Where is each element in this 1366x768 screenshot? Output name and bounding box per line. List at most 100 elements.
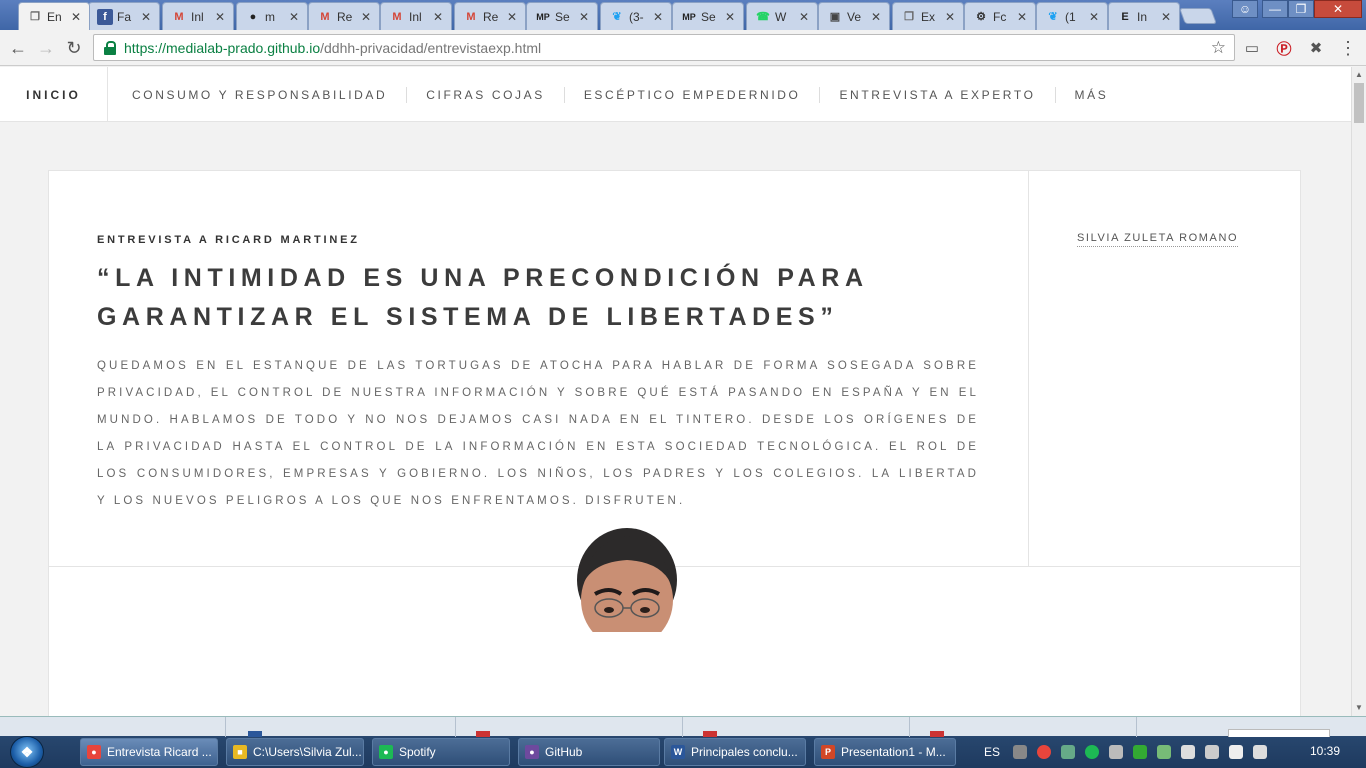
nav-link[interactable]: CONSUMO Y RESPONSABILIDAD <box>108 86 408 103</box>
taskbar-button[interactable]: P Presentation1 - M... <box>814 738 956 766</box>
maximize-button[interactable]: ❐ <box>1288 0 1314 18</box>
taskbar-button[interactable]: ● GitHub <box>518 738 660 766</box>
close-tab-icon[interactable]: ✕ <box>505 10 519 24</box>
bookmark-star-icon[interactable]: ☆ <box>1211 38 1226 58</box>
taskbar-button[interactable]: ■ C:\Users\Silvia Zul... <box>226 738 364 766</box>
pinterest-icon[interactable]: Ⓟ <box>1274 38 1294 58</box>
back-arrow-icon[interactable]: ← <box>7 37 29 59</box>
browser-tab[interactable]: M Inl ✕ <box>162 2 234 30</box>
keyboard-icon[interactable] <box>1013 745 1028 759</box>
nav-link[interactable]: MÁS <box>1056 87 1128 103</box>
devices-icon[interactable] <box>1205 745 1220 759</box>
user-profile-icon[interactable]: ☺ <box>1232 0 1258 18</box>
tab-title: Re <box>483 9 499 24</box>
close-tab-icon[interactable]: ✕ <box>723 10 737 24</box>
menu-dots-icon[interactable]: ⋮ <box>1338 38 1358 58</box>
thumbnail-preview[interactable] <box>457 717 717 737</box>
browser-tab[interactable]: E In ✕ <box>1108 2 1180 30</box>
taskbar-button[interactable]: ● Entrevista Ricard ... <box>80 738 218 766</box>
close-tab-icon[interactable]: ✕ <box>1159 10 1173 24</box>
speaker-icon[interactable] <box>1253 745 1268 759</box>
taskbar-button-label: Principales conclu... <box>691 745 798 759</box>
scroll-down-icon[interactable]: ▼ <box>1355 703 1363 712</box>
close-tab-icon[interactable]: ✕ <box>287 10 301 24</box>
browser-tab[interactable]: MP Se ✕ <box>526 2 598 30</box>
close-tab-icon[interactable]: ✕ <box>943 10 957 24</box>
browser-tab[interactable]: M Re ✕ <box>308 2 380 30</box>
spotify-tray-icon[interactable] <box>1085 745 1100 759</box>
close-tab-icon[interactable]: ✕ <box>431 10 445 24</box>
volume-icon[interactable] <box>1109 745 1124 759</box>
address-bar[interactable]: https://medialab-prado.github.io/ddhh-pr… <box>93 34 1235 61</box>
close-tab-icon[interactable]: ✕ <box>359 10 373 24</box>
thumbnail-preview[interactable] <box>0 717 262 737</box>
chrome-tray-icon[interactable] <box>1037 745 1052 759</box>
close-tab-icon[interactable]: ✕ <box>651 10 665 24</box>
thumbnail-preview[interactable] <box>684 717 944 737</box>
close-window-button[interactable]: ✕ <box>1314 0 1362 18</box>
browser-tab[interactable]: ⚙ Fc ✕ <box>964 2 1036 30</box>
minimize-button[interactable]: — <box>1262 0 1288 18</box>
browser-tab[interactable]: ❦ (1 ✕ <box>1036 2 1108 30</box>
close-tab-icon[interactable]: ✕ <box>139 10 153 24</box>
browser-tab[interactable]: ❐ En ✕ <box>18 2 90 30</box>
browser-tab[interactable]: ☎ W ✕ <box>746 2 818 30</box>
start-button[interactable]: ❖ <box>10 736 44 768</box>
sync-tray-icon[interactable] <box>1133 745 1148 759</box>
browser-tab[interactable]: f Fa ✕ <box>88 2 160 30</box>
cast-icon[interactable]: ▭ <box>1242 38 1262 58</box>
gh-icon: ● <box>249 10 257 23</box>
author-link[interactable]: SILVIA ZULETA ROMANO <box>1077 232 1239 247</box>
tab-title: Se <box>555 9 570 24</box>
scroll-up-icon[interactable]: ▲ <box>1355 70 1363 79</box>
browser-tab[interactable]: ▣ Ve ✕ <box>818 2 890 30</box>
close-tab-icon[interactable]: ✕ <box>213 10 227 24</box>
nav-link[interactable]: ESCÉPTICO EMPEDERNIDO <box>565 86 821 103</box>
taskbar-thumbnails <box>0 716 1366 737</box>
tab-title: Ex <box>921 9 936 24</box>
thumbnail-preview[interactable] <box>911 717 1137 737</box>
tw-icon: ❦ <box>612 11 622 23</box>
page-scrollbar[interactable]: ▲ ▼ <box>1351 67 1366 716</box>
close-tab-icon[interactable]: ✕ <box>577 10 591 24</box>
reload-icon[interactable]: ↻ <box>63 37 85 59</box>
close-tab-icon[interactable]: ✕ <box>1015 10 1029 24</box>
new-tab-button[interactable] <box>1179 8 1217 24</box>
powerpoint-icon: P <box>821 745 835 759</box>
close-tab-icon[interactable]: ✕ <box>797 10 811 24</box>
extension-icon[interactable]: ✖ <box>1306 38 1326 58</box>
language-indicator[interactable]: ES <box>984 745 1000 759</box>
browser-tab[interactable]: MP Se ✕ <box>672 2 744 30</box>
thumbnail-preview[interactable] <box>230 717 490 737</box>
taskbar-button[interactable]: W Principales conclu... <box>664 738 806 766</box>
browser-tab[interactable]: M Inl ✕ <box>380 2 452 30</box>
close-tab-icon[interactable]: ✕ <box>69 10 83 24</box>
flag-icon[interactable] <box>1181 745 1196 759</box>
site-nav-links: CONSUMO Y RESPONSABILIDAD CIFRAS COJAS ESC… <box>108 67 1127 122</box>
tab-title: (1 <box>1065 9 1076 24</box>
browser-tab[interactable]: ● m ✕ <box>236 2 308 30</box>
nav-link[interactable]: ENTREVISTA A EXPERTO <box>820 86 1056 103</box>
site-home-link[interactable]: INICIO <box>0 67 108 122</box>
taskbar-button[interactable]: ● Spotify <box>372 738 510 766</box>
browser-tab[interactable]: M Re ✕ <box>454 2 526 30</box>
close-tab-icon[interactable]: ✕ <box>1087 10 1101 24</box>
secure-lock-icon <box>104 40 116 55</box>
nav-link[interactable]: CIFRAS COJAS <box>407 86 565 103</box>
forward-arrow-icon[interactable]: → <box>35 37 57 59</box>
taskbar-button-label: Spotify <box>399 745 436 759</box>
tw-icon: ❦ <box>1048 11 1058 23</box>
interviewee-photo <box>569 522 685 632</box>
browser-tab[interactable]: ❦ (3- ✕ <box>600 2 672 30</box>
clock[interactable]: 10:39 <box>1310 744 1340 758</box>
doc-icon: ❐ <box>30 11 40 23</box>
network-tray-icon[interactable] <box>1061 745 1076 759</box>
refresh-tray-icon[interactable] <box>1157 745 1172 759</box>
chrome-icon: ● <box>87 745 101 759</box>
browser-tab[interactable]: ❐ Ex ✕ <box>892 2 964 30</box>
article-kicker: ENTREVISTA A RICARD MARTINEZ <box>97 234 360 246</box>
scrollbar-thumb[interactable] <box>1354 83 1364 123</box>
signal-icon[interactable] <box>1229 745 1244 759</box>
spotify-icon: ● <box>379 745 393 759</box>
close-tab-icon[interactable]: ✕ <box>869 10 883 24</box>
